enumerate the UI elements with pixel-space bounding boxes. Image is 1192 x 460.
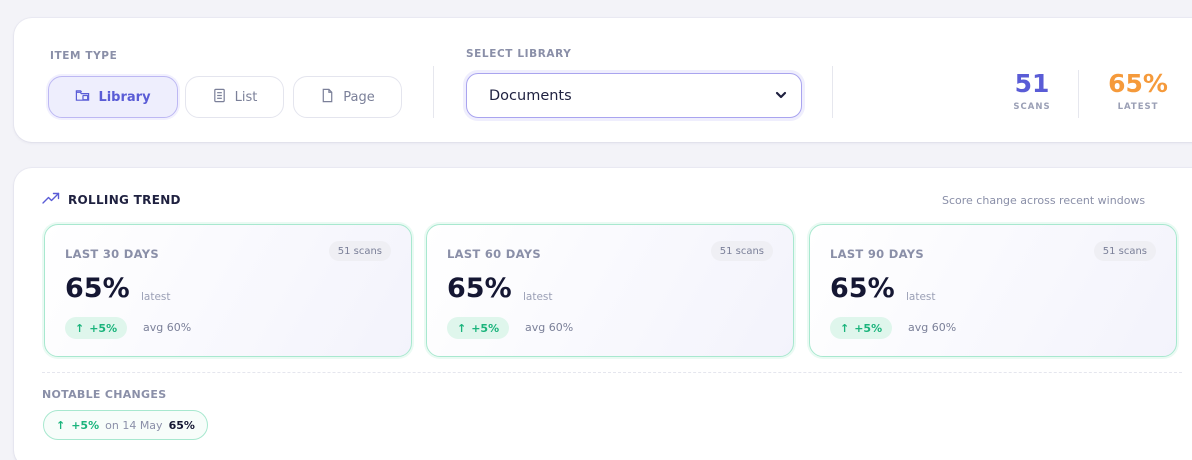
latest-stat: 65% LATEST <box>1100 69 1176 113</box>
window-latest-label: latest <box>906 291 936 303</box>
notable-date: on 14 May <box>105 418 163 432</box>
item-type-list-label: List <box>234 89 258 105</box>
item-type-list-button[interactable]: List <box>185 76 284 118</box>
window-average: avg 60% <box>525 321 574 334</box>
item-type-library-label: Library <box>98 89 151 105</box>
library-icon <box>75 88 90 107</box>
item-type-library-button[interactable]: Library <box>48 76 178 118</box>
window-score: 65% <box>830 273 895 304</box>
notable-score: 65% <box>168 418 195 432</box>
window-latest-label: latest <box>141 291 171 303</box>
scans-value: 51 <box>1014 69 1050 98</box>
trend-title: ROLLING TREND <box>42 192 181 207</box>
library-select[interactable]: Documents <box>466 73 802 118</box>
delta-value: +5% <box>89 321 118 335</box>
divider <box>433 66 434 118</box>
window-latest-label: latest <box>523 291 553 303</box>
scans-label: SCANS <box>1013 102 1051 112</box>
notable-changes-label: NOTABLE CHANGES <box>42 388 167 401</box>
scans-badge: 51 scans <box>328 241 391 261</box>
delta-value: +5% <box>854 321 883 335</box>
notable-change-chip[interactable]: ↑ +5% on 14 May 65% <box>43 410 208 440</box>
rolling-trend-card: ROLLING TREND Score change across recent… <box>14 168 1192 460</box>
arrow-up-icon: ↑ <box>840 321 850 335</box>
latest-label: LATEST <box>1117 102 1159 112</box>
trending-up-icon <box>42 192 60 207</box>
trend-window-90-days: LAST 90 DAYS 51 scans 65% latest ↑ +5% a… <box>809 224 1177 357</box>
filter-card: ITEM TYPE Library List Page SELECT LIBRA… <box>14 18 1192 142</box>
window-label: LAST 60 DAYS <box>447 247 541 261</box>
arrow-up-icon: ↑ <box>75 321 85 335</box>
trend-title-text: ROLLING TREND <box>68 192 181 207</box>
select-library-label: SELECT LIBRARY <box>466 48 572 60</box>
arrow-up-icon: ↑ <box>457 321 467 335</box>
trend-window-30-days: LAST 30 DAYS 51 scans 65% latest ↑ +5% a… <box>44 224 412 357</box>
trend-subtitle: Score change across recent windows <box>942 194 1146 207</box>
item-type-page-label: Page <box>343 89 375 105</box>
delta-badge: ↑ +5% <box>65 317 128 339</box>
divider <box>832 66 833 118</box>
window-average: avg 60% <box>143 321 192 334</box>
divider <box>1078 70 1079 118</box>
list-icon <box>212 88 227 107</box>
chevron-down-icon <box>775 89 787 101</box>
trend-window-60-days: LAST 60 DAYS 51 scans 65% latest ↑ +5% a… <box>426 224 794 357</box>
item-type-label: ITEM TYPE <box>50 50 118 62</box>
window-label: LAST 30 DAYS <box>65 247 159 261</box>
delta-badge: ↑ +5% <box>830 317 893 339</box>
notable-delta: +5% <box>71 418 100 432</box>
divider <box>42 372 1182 373</box>
window-score: 65% <box>447 273 512 304</box>
scans-badge: 51 scans <box>1093 241 1156 261</box>
arrow-up-icon: ↑ <box>56 418 66 432</box>
library-select-value: Documents <box>489 87 572 104</box>
scans-stat: 51 SCANS <box>1002 69 1062 113</box>
page-icon <box>320 88 335 107</box>
window-score: 65% <box>65 273 130 304</box>
delta-value: +5% <box>471 321 500 335</box>
window-average: avg 60% <box>908 321 957 334</box>
delta-badge: ↑ +5% <box>447 317 510 339</box>
latest-value: 65% <box>1108 69 1168 98</box>
item-type-page-button[interactable]: Page <box>293 76 402 118</box>
scans-badge: 51 scans <box>710 241 773 261</box>
window-label: LAST 90 DAYS <box>830 247 924 261</box>
